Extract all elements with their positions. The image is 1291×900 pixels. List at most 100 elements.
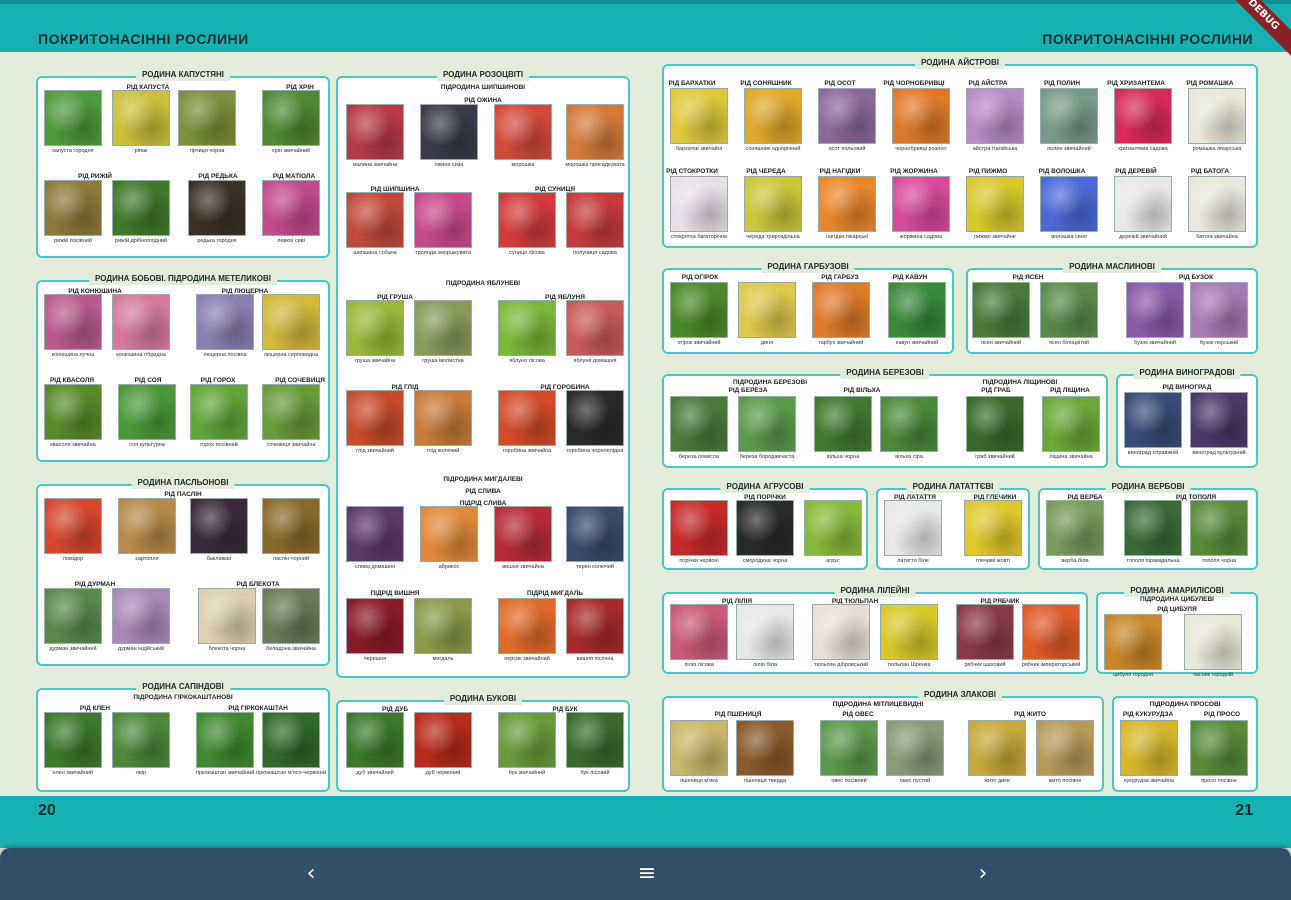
plant-caption: глід звичайний [356,448,394,454]
genus-label: РІД ОГІРОК [681,274,719,281]
subfamily-label: ПІДРОДИНА ЦИБУЛЕВІ [1140,596,1214,603]
plant-caption: беладона звичайна [266,646,316,652]
plant-photo [420,104,478,160]
plant-caption: терен колючий [576,564,614,570]
plant-caption: левкої сиві [277,238,305,244]
genus-label: РІД ЯСЕН [1012,274,1044,281]
plant-photo [1184,614,1242,670]
plant-photo [566,506,624,562]
plant-photo [738,282,796,338]
genus-label: РІД КАВУН [892,274,928,281]
plant-photo [262,294,320,350]
plant-caption: соя культурна [129,442,165,448]
genus-label: РІД СТОКРОТКИ [666,168,718,175]
plant-photo [498,712,556,768]
plant-caption: глід колючий [426,448,460,454]
plant-caption: соняшник однорічний [745,146,801,152]
plant-photo [1190,500,1248,556]
plant-photo [1188,176,1246,232]
plant-caption: гіркокаштан м'ясо-червоний [256,770,326,776]
genus-label: РІД БУЗОК [1178,274,1214,281]
plant-photo [566,104,624,160]
genus-label: РІД ЛІЩИНА [1050,387,1090,394]
plant-photo [1190,282,1248,338]
plant-photo [880,604,938,660]
family-caption: РОДИНА ПАСЛЬОНОВІ [131,477,235,489]
plant-caption: горобина чорноплідна [566,448,624,454]
plant-photo [1104,614,1162,670]
plant-caption: груша іволистна [422,358,464,364]
plant-photo [670,396,728,452]
genus-label: РІД ОСОТ [824,80,856,87]
plant-photo [498,390,556,446]
subfamily-label: ПІДРОДИНА ЯБЛУНЕВІ [445,280,521,287]
plant-caption: рижій посівний [54,238,92,244]
genus-label: РІД ВИНОГРАД [1162,384,1212,391]
plant-photo [414,300,472,356]
plant-caption: осот польовий [828,146,866,152]
plant-caption: морошка [511,162,535,168]
plant-photo [44,712,102,768]
plant-photo [198,588,256,644]
plant-photo [820,720,878,776]
plant-photo [966,396,1024,452]
plant-caption: квасоля звичайна [50,442,96,448]
plant-caption: бузок звичайний [1134,340,1176,346]
plant-caption: люцерна серповидна [263,352,319,358]
plant-photo [812,604,870,660]
plant-caption: диня [760,340,774,346]
plant-photo [670,604,728,660]
plant-caption: мигдаль [432,656,454,662]
plant-caption: виноград справжній [1127,450,1179,456]
plant-photo [1040,88,1098,144]
plant-photo [44,294,102,350]
plant-photo [736,500,794,556]
plant-photo [966,88,1024,144]
plant-caption: береза повисла [678,454,720,460]
menu-icon[interactable]: ≡ [632,860,662,888]
plant-caption: лілія лісова [684,662,714,668]
plant-caption: граб звичайний [975,454,1015,460]
plant-photo [744,88,802,144]
family-caption: РОДИНА БОБОВІ. ПІДРОДИНА МЕТЕЛИКОВІ [89,273,277,285]
plant-photo [196,712,254,768]
plant-caption: паслін чорний [273,556,309,562]
plant-photo [262,498,320,554]
family-caption: РОДИНА САПІНДОВІ [136,681,230,693]
plant-caption: батога звичайна [1196,234,1238,240]
family-caption: РОДИНА ЛАТАТТЄВІ [906,481,1000,493]
plant-caption: кавун звичайний [895,340,939,346]
genus-label: РІД ВОЛОШКА [1038,168,1086,175]
plant-photo [1188,88,1246,144]
left-page-title: ПОКРИТОНАСІННІ РОСЛИНИ [38,31,249,47]
genus-label: РІД ХРИЗАНТЕМА [1107,80,1165,87]
plant-photo [498,192,556,248]
plant-caption: дуб червоний [425,770,461,776]
plant-caption: стокротка багаторічна [671,234,727,240]
family-caption: РОДИНА ЗЛАКОВІ [918,689,1002,701]
subfamily-label: ПІДРОДИНА ПРОСОВІ [1149,701,1221,708]
plant-caption: люцерна посівна [203,352,247,358]
plant-caption: виноград культурний [1192,450,1246,456]
plant-photo [1120,720,1178,776]
genus-label: РІД ЧОРНОБРИВЦІ [883,80,945,87]
bottom-navigation-bar: ‹ ≡ › [0,848,1291,900]
plant-photo [972,282,1030,338]
plant-photo [178,90,236,146]
plant-caption: полуниця садова [573,250,617,256]
plant-photo [956,604,1014,660]
plant-photo [112,294,170,350]
plant-caption: абрикос [438,564,460,570]
plant-caption: шипшина собача [353,250,397,256]
plant-caption: верба біла [1061,558,1089,564]
genus-label: РІД СОНЯШНИК [740,80,792,87]
plant-photo [346,506,404,562]
plant-photo [566,300,624,356]
family-caption: РОДИНА ЛІЛЕЙНІ [834,585,916,597]
plant-photo [566,192,624,248]
chevron-right-icon[interactable]: › [968,860,998,888]
chevron-left-icon[interactable]: ‹ [296,860,326,888]
plant-photo [190,498,248,554]
plant-caption: айстра італійська [972,146,1018,152]
plant-photo [884,500,942,556]
